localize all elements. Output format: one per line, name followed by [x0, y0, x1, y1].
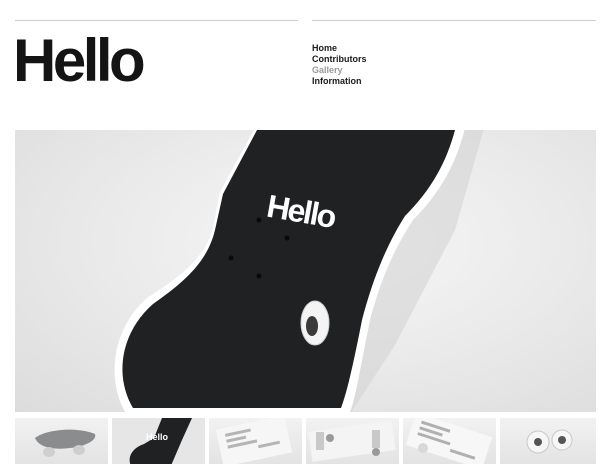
thumb-printed-deck-angled [405, 418, 493, 464]
nav-item-information[interactable]: Information [312, 76, 367, 87]
main-nav: Home Contributors Gallery Information [312, 43, 367, 87]
thumbnail[interactable] [15, 418, 108, 464]
nav-item-contributors[interactable]: Contributors [312, 54, 367, 65]
nav-item-gallery[interactable]: Gallery [312, 65, 367, 76]
thumbnail[interactable] [306, 418, 399, 464]
site-logo[interactable]: Hello [13, 28, 146, 94]
thumb-skateboard-side [35, 429, 96, 457]
top-rule-right [312, 20, 596, 21]
bolt [228, 255, 234, 261]
wheel-hub [306, 316, 318, 336]
nav-item-home[interactable]: Home [312, 43, 367, 54]
thumbnail[interactable]: Hello [112, 418, 205, 464]
hero-image[interactable]: Hello [15, 130, 596, 412]
bolt [256, 273, 262, 279]
thumb-wheels [526, 429, 573, 454]
thumb-printed-deck [215, 418, 293, 464]
skateboard-photo: Hello [114, 130, 484, 412]
thumbnail[interactable] [500, 418, 596, 464]
thumb-deck-underside [308, 420, 396, 462]
thumb-black-deck: Hello [112, 418, 205, 464]
svg-text:Hello: Hello [146, 432, 169, 442]
top-rule-left [15, 20, 298, 21]
thumbnail[interactable] [403, 418, 496, 464]
thumbnail[interactable] [209, 418, 302, 464]
bolt [284, 235, 290, 241]
thumbnail-strip: Hello [15, 418, 596, 464]
bolt [256, 217, 262, 223]
